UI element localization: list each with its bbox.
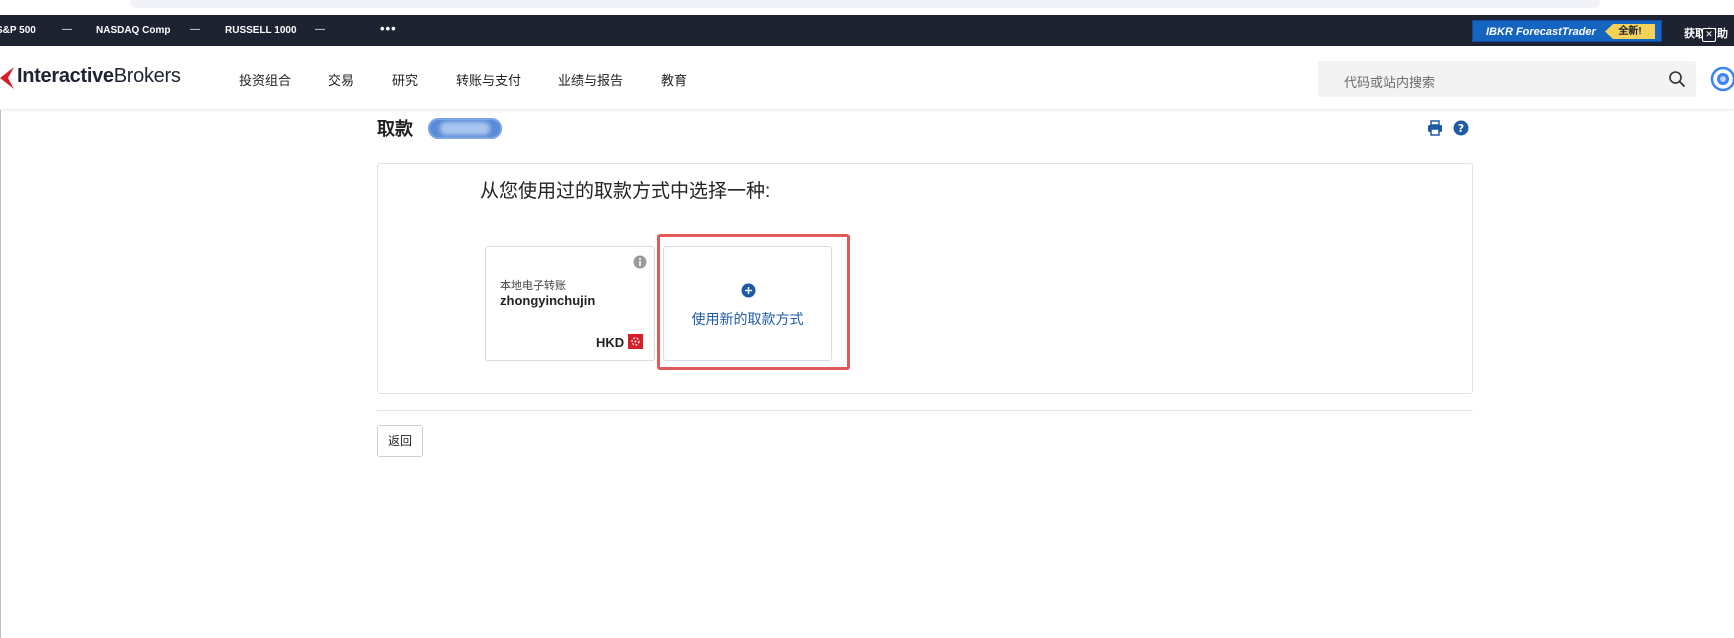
user-account-icon[interactable] bbox=[1710, 66, 1734, 92]
print-icon[interactable] bbox=[1427, 120, 1443, 136]
promo-new-badge: 全新! bbox=[1605, 24, 1655, 39]
expand-icon[interactable]: ✕ bbox=[1702, 28, 1716, 42]
main-header: InteractiveBrokers 投资组合 交易 研究 转账与支付 业绩与报… bbox=[0, 46, 1734, 110]
ticker-nasdaq-label[interactable]: NASDAQ Comp bbox=[96, 25, 170, 36]
ticker-bar: S&P 500 — NASDAQ Comp — RUSSELL 1000 — •… bbox=[0, 15, 1734, 46]
ticker-sp500-label[interactable]: S&P 500 bbox=[0, 25, 36, 36]
saved-withdrawal-method-card[interactable]: 本地电子转账 zhongyinchujin HKD bbox=[485, 246, 655, 361]
method-currency: HKD bbox=[596, 335, 625, 350]
ib-logo-text: InteractiveBrokers bbox=[17, 65, 181, 87]
page-title: 取款 bbox=[377, 119, 413, 139]
new-method-label: 使用新的取款方式 bbox=[691, 311, 804, 327]
select-method-prompt: 从您使用过的取款方式中选择一种: bbox=[480, 181, 771, 202]
back-button[interactable]: 返回 bbox=[377, 425, 423, 457]
ticker-more-button[interactable]: ••• bbox=[380, 21, 397, 36]
nav-transfer-pay[interactable]: 转账与支付 bbox=[456, 70, 521, 89]
nav-education[interactable]: 教育 bbox=[661, 70, 687, 89]
site-search-input[interactable]: 代码或站内搜索 bbox=[1318, 61, 1696, 97]
browser-strip bbox=[0, 0, 1734, 15]
browser-address-pill bbox=[130, 0, 1600, 8]
method-type: 本地电子转账 bbox=[500, 280, 566, 292]
section-divider bbox=[377, 410, 1473, 411]
account-id-redacted bbox=[440, 122, 490, 135]
nav-portfolio[interactable]: 投资组合 bbox=[239, 70, 291, 89]
nav-research[interactable]: 研究 bbox=[392, 70, 418, 89]
search-icon[interactable] bbox=[1668, 70, 1686, 88]
new-withdrawal-method-button[interactable]: 使用新的取款方式 bbox=[663, 246, 832, 361]
forecasttrader-promo-banner[interactable]: IBKR ForecastTrader 全新! bbox=[1472, 20, 1662, 42]
help-icon[interactable]: ? bbox=[1453, 120, 1469, 136]
ticker-russell-label[interactable]: RUSSELL 1000 bbox=[225, 25, 297, 36]
info-icon[interactable] bbox=[633, 255, 647, 269]
svg-text:?: ? bbox=[1458, 122, 1464, 135]
ticker-sp500-value: — bbox=[62, 24, 72, 35]
left-edge-rule bbox=[0, 110, 1, 638]
nav-trade[interactable]: 交易 bbox=[328, 70, 354, 89]
ticker-nasdaq-value: — bbox=[190, 24, 200, 35]
plus-icon bbox=[741, 283, 756, 298]
nav-performance-reports[interactable]: 业绩与报告 bbox=[558, 70, 623, 89]
ticker-russell-value: — bbox=[315, 24, 325, 35]
promo-text: IBKR ForecastTrader bbox=[1486, 26, 1596, 38]
account-id-badge[interactable] bbox=[428, 118, 502, 139]
search-placeholder: 代码或站内搜索 bbox=[1344, 75, 1436, 90]
hong-kong-flag-icon bbox=[628, 334, 643, 349]
method-name: zhongyinchujin bbox=[500, 293, 596, 308]
ib-logo-mark-icon bbox=[0, 67, 14, 89]
